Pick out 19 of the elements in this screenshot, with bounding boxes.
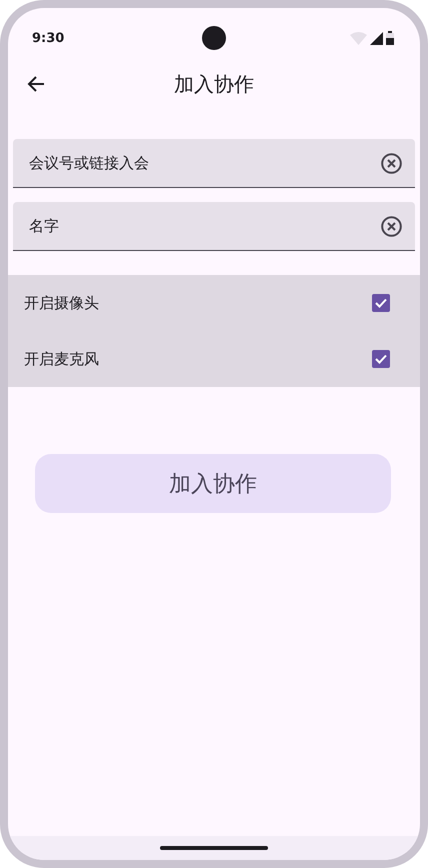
camera-cutout bbox=[202, 26, 226, 50]
join-button[interactable]: 加入协作 bbox=[35, 454, 391, 513]
text-field[interactable]: 会议号或链接入会 bbox=[13, 139, 415, 188]
page-title: 加入协作 bbox=[174, 70, 254, 98]
clear-icon bbox=[380, 216, 402, 236]
home-handle[interactable] bbox=[160, 846, 268, 850]
status-time: 9:30 bbox=[32, 30, 64, 46]
clear-button[interactable] bbox=[379, 151, 403, 175]
back-arrow-icon bbox=[27, 76, 45, 92]
clear-icon bbox=[380, 152, 402, 174]
option-label: 开启摄像头 bbox=[24, 294, 99, 312]
clear-button[interactable] bbox=[379, 214, 403, 238]
text-field[interactable]: 名字 bbox=[13, 202, 415, 251]
wifi-icon bbox=[350, 32, 367, 44]
battery-icon bbox=[386, 31, 394, 45]
checkbox[interactable] bbox=[372, 350, 390, 368]
signal-icon bbox=[370, 32, 383, 44]
checkbox[interactable] bbox=[372, 294, 390, 312]
option-label: 开启麦克风 bbox=[24, 350, 99, 368]
